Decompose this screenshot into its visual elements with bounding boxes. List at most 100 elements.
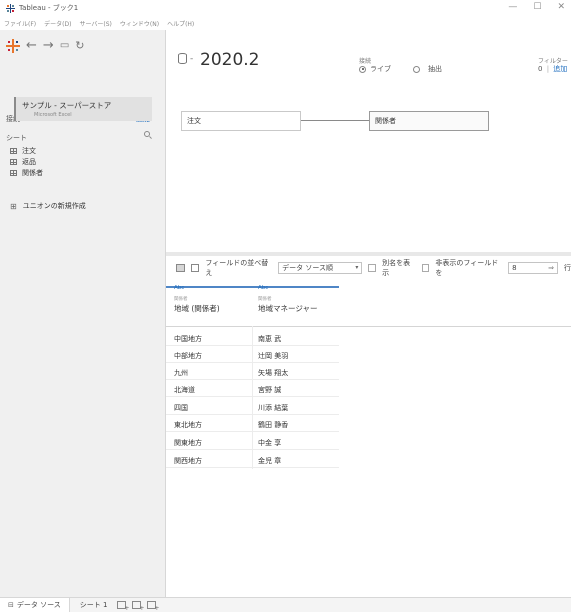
filters-row: 0 | 追加 bbox=[538, 64, 567, 74]
live-radio[interactable] bbox=[359, 65, 366, 73]
tableau-logo-icon bbox=[6, 3, 15, 13]
column-source: 関係者 bbox=[174, 297, 188, 302]
table-icon bbox=[10, 158, 17, 165]
table-cell: 辻岡 美羽 bbox=[258, 352, 289, 360]
menu-help[interactable]: ヘルプ(H) bbox=[167, 19, 194, 28]
sort-fields-label: フィールドの並べ替え bbox=[205, 259, 269, 277]
sheets-label: シート bbox=[6, 134, 27, 142]
table-cell: 矢場 翔太 bbox=[258, 369, 289, 377]
show-aliases-checkbox[interactable] bbox=[368, 264, 377, 272]
add-filter-link[interactable]: 追加 bbox=[553, 65, 567, 73]
connection-mode-group: ライブ 抽出 bbox=[359, 64, 442, 74]
datasource-name[interactable]: 2020.2 bbox=[200, 50, 259, 70]
rows-value: 8 bbox=[512, 264, 517, 272]
new-union-item[interactable]: ⊞ ユニオンの新規作成 bbox=[10, 201, 86, 211]
table-row: 北海道 宮野 誠 bbox=[166, 381, 339, 397]
column-header-manager[interactable]: Abc 関係者 地域マネージャー bbox=[258, 285, 317, 325]
sheet-item-label: 返品 bbox=[22, 157, 36, 166]
window-title: Tableau - ブック1 bbox=[19, 4, 79, 12]
maximize-button[interactable]: ☐ bbox=[533, 2, 541, 12]
chevron-down-icon: ▾ bbox=[355, 264, 359, 271]
column-name: 地域 (関係者) bbox=[174, 304, 220, 313]
table-cell: 金児 章 bbox=[258, 457, 282, 465]
sheet-item-label: 関係者 bbox=[22, 168, 43, 177]
string-type-icon[interactable]: Abc bbox=[258, 285, 317, 291]
table-row: 関東地方 中金 享 bbox=[166, 434, 339, 450]
tab-datasource-label: データ ソース bbox=[16, 601, 61, 609]
list-view-icon[interactable] bbox=[190, 264, 200, 272]
extract-label: 抽出 bbox=[428, 65, 442, 73]
grid-toolbar: フィールドの並べ替え データ ソース順 ▾ 別名を表示 非表示のフィールドを 8… bbox=[176, 259, 571, 277]
table-cell: 北海道 bbox=[174, 386, 195, 394]
string-type-icon[interactable]: Abc bbox=[174, 285, 220, 291]
sort-fields-select[interactable]: データ ソース順 ▾ bbox=[278, 262, 363, 274]
header-divider bbox=[166, 326, 571, 327]
table-cell: 川添 結葉 bbox=[258, 404, 289, 412]
search-icon[interactable] bbox=[144, 131, 150, 137]
extract-radio[interactable] bbox=[413, 65, 420, 73]
new-story-icon[interactable] bbox=[147, 601, 159, 612]
save-icon[interactable]: ▭ bbox=[60, 38, 69, 54]
back-arrow-icon[interactable]: ← bbox=[26, 38, 37, 54]
grid-view-icon[interactable] bbox=[176, 264, 185, 272]
menu-data[interactable]: データ(D) bbox=[44, 19, 71, 28]
table-icon bbox=[10, 169, 17, 176]
menu-window[interactable]: ウィンドウ(N) bbox=[120, 19, 159, 28]
new-worksheet-icon[interactable] bbox=[117, 601, 129, 612]
minimize-button[interactable]: — bbox=[508, 2, 517, 12]
arrow-right-icon[interactable]: ⇒ bbox=[548, 263, 554, 273]
sheet-item-returns[interactable]: 返品 bbox=[10, 156, 43, 167]
datasource-icon bbox=[178, 53, 187, 64]
table-orders[interactable]: 注文 bbox=[181, 111, 301, 131]
relationship-line[interactable] bbox=[301, 120, 369, 121]
table-icon bbox=[10, 147, 17, 154]
data-pane: ← → ▭ ↻ 接続 追加 サンプル - スーパーストア Microsoft E… bbox=[0, 30, 166, 597]
table-cell: 中金 享 bbox=[258, 439, 282, 447]
table-cell: 中国地方 bbox=[174, 335, 202, 343]
title-bar: Tableau - ブック1 — ☐ ✕ bbox=[0, 0, 571, 16]
table-row: 四国 川添 結葉 bbox=[166, 399, 339, 415]
tab-datasource[interactable]: ⊟ データ ソース bbox=[0, 597, 70, 612]
datasource-menu-icon[interactable]: - bbox=[190, 54, 193, 64]
table-cell: 関東地方 bbox=[174, 439, 202, 447]
menu-file[interactable]: ファイル(F) bbox=[4, 19, 36, 28]
sheet-item-people[interactable]: 関係者 bbox=[10, 167, 43, 178]
rows-label: 行 bbox=[564, 264, 571, 272]
refresh-icon[interactable]: ↻ bbox=[75, 38, 84, 54]
new-union-label: ユニオンの新規作成 bbox=[22, 202, 86, 210]
forward-arrow-icon[interactable]: → bbox=[43, 38, 54, 54]
table-cell: 九州 bbox=[174, 369, 188, 377]
table-cell: 南恵 武 bbox=[258, 335, 282, 343]
table-people-label: 関係者 bbox=[375, 117, 396, 125]
sheet-list: 注文 返品 関係者 bbox=[10, 145, 43, 178]
pane-splitter[interactable] bbox=[166, 252, 571, 256]
show-hidden-fields-label: 非表示のフィールドを bbox=[435, 259, 499, 277]
rows-input[interactable]: 8 ⇒ bbox=[508, 262, 559, 274]
table-cell: 四国 bbox=[174, 404, 188, 412]
sheet-item-orders[interactable]: 注文 bbox=[10, 145, 43, 156]
show-hidden-fields-checkbox[interactable] bbox=[421, 264, 430, 272]
table-row: 中国地方 南恵 武 bbox=[166, 330, 339, 346]
table-cell: 鶴田 静香 bbox=[258, 421, 289, 429]
new-dashboard-icon[interactable] bbox=[132, 601, 144, 612]
table-cell: 東北地方 bbox=[174, 421, 202, 429]
column-source: 関係者 bbox=[258, 297, 272, 302]
table-people[interactable]: 関係者 bbox=[369, 111, 489, 131]
menu-server[interactable]: サーバー(S) bbox=[79, 19, 111, 28]
table-cell: 宮野 誠 bbox=[258, 386, 282, 394]
filters-separator: | bbox=[546, 65, 550, 73]
tableau-home-icon[interactable] bbox=[6, 39, 20, 53]
database-icon: ⊟ bbox=[8, 601, 14, 609]
tab-sheet-1[interactable]: シート 1 bbox=[70, 600, 118, 610]
table-row: 東北地方 鶴田 静香 bbox=[166, 416, 339, 432]
filters-count: 0 bbox=[538, 65, 543, 73]
close-button[interactable]: ✕ bbox=[557, 2, 565, 12]
connection-item[interactable]: サンプル - スーパーストア Microsoft Excel bbox=[14, 97, 152, 121]
table-orders-label: 注文 bbox=[187, 117, 201, 125]
table-cell: 中部地方 bbox=[174, 352, 202, 360]
sort-fields-value: データ ソース順 bbox=[282, 264, 334, 272]
table-row: 九州 矢場 翔太 bbox=[166, 364, 339, 380]
column-header-region[interactable]: Abc 関係者 地域 (関係者) bbox=[174, 285, 220, 325]
live-label: ライブ bbox=[370, 65, 391, 73]
union-icon: ⊞ bbox=[10, 201, 17, 211]
